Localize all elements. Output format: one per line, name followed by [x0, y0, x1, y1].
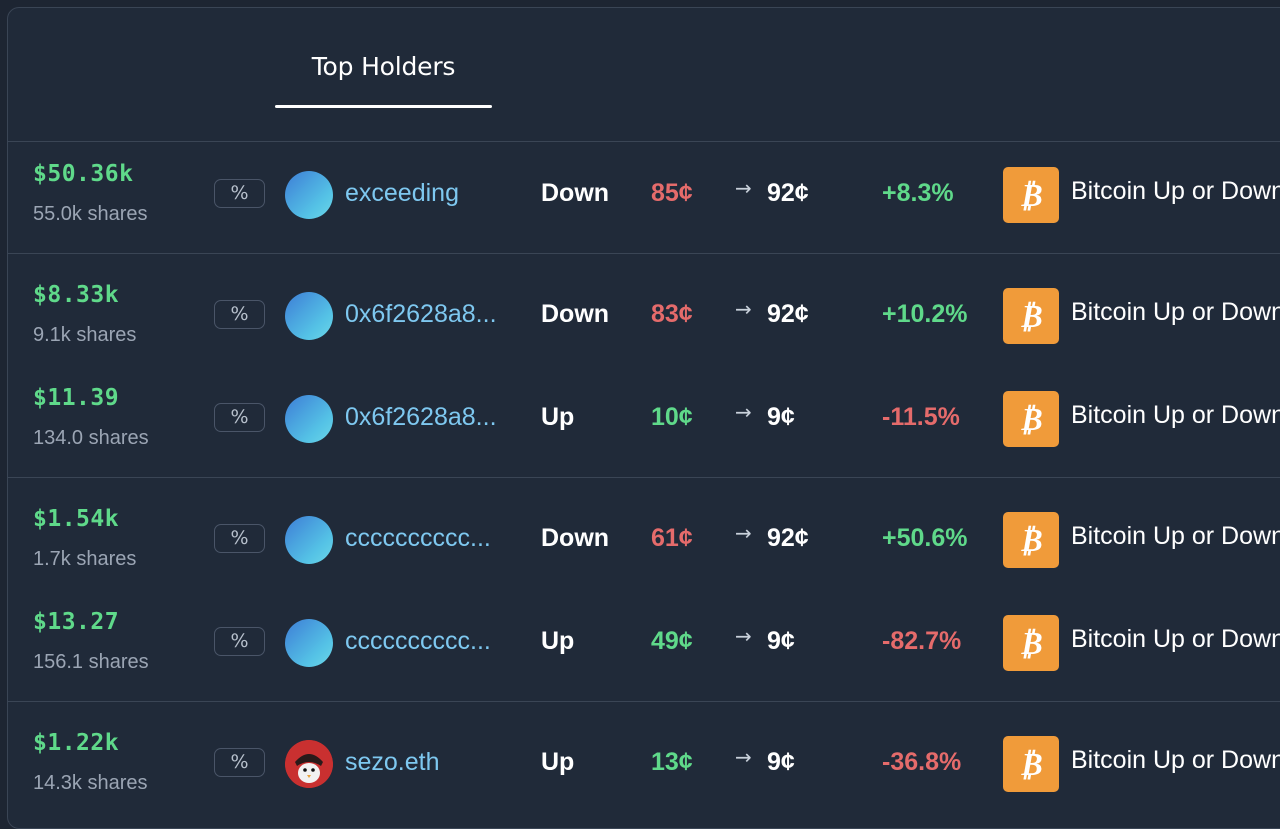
svg-text:₿: ₿	[1019, 400, 1043, 438]
share-count: 55.0k shares	[33, 203, 148, 225]
tab-top-holders[interactable]: Top Holders	[275, 8, 492, 108]
current-price: 9¢	[767, 748, 795, 776]
bitcoin-icon[interactable]: ₿	[1003, 391, 1059, 447]
holder-username[interactable]: sezo.eth	[345, 748, 505, 777]
holder-username[interactable]: 0x6f2628a8...	[345, 300, 505, 329]
group-divider	[8, 253, 1280, 254]
tab-bar: Top Holders	[8, 8, 1280, 142]
entry-price: 85¢	[651, 179, 693, 207]
position-value: $11.39	[33, 385, 120, 411]
percent-toggle-button[interactable]: %	[214, 627, 265, 656]
arrow-icon: →	[735, 624, 752, 648]
holder-username[interactable]: cccccccccc...	[345, 524, 505, 553]
position-value: $1.22k	[33, 730, 120, 756]
group-divider	[8, 701, 1280, 702]
share-count: 9.1k shares	[33, 324, 137, 346]
current-price: 92¢	[767, 179, 809, 207]
outcome-side: Up	[541, 748, 575, 776]
position-value: $8.33k	[33, 282, 120, 308]
holder-row[interactable]: $8.33k 9.1k shares % 0x6f2628a8... Down …	[8, 264, 1280, 367]
bitcoin-icon[interactable]: ₿	[1003, 736, 1059, 792]
gradient-avatar[interactable]	[285, 619, 333, 667]
holder-row[interactable]: $1.54k 1.7k shares % cccccccccc... Down …	[8, 488, 1280, 591]
percent-toggle-button[interactable]: %	[214, 524, 265, 553]
percent-toggle-button[interactable]: %	[214, 403, 265, 432]
entry-price: 61¢	[651, 524, 693, 552]
svg-text:₿: ₿	[1019, 176, 1043, 214]
svg-text:₿: ₿	[1019, 521, 1043, 559]
bitcoin-icon[interactable]: ₿	[1003, 512, 1059, 568]
arrow-icon: →	[735, 297, 752, 321]
market-title[interactable]: Bitcoin Up or Down	[1071, 522, 1280, 551]
outcome-side: Up	[541, 403, 575, 431]
price-change: -11.5%	[882, 403, 960, 431]
share-count: 14.3k shares	[33, 772, 148, 794]
gradient-avatar[interactable]	[285, 171, 333, 219]
share-count: 134.0 shares	[33, 427, 149, 449]
svg-text:₿: ₿	[1019, 624, 1043, 662]
holder-row[interactable]: $50.36k 55.0k shares % exceeding Down 85…	[8, 143, 1280, 246]
tab-label: Top Holders	[311, 52, 456, 81]
current-price: 9¢	[767, 403, 795, 431]
price-change: -82.7%	[882, 627, 962, 655]
market-title[interactable]: Bitcoin Up or Down	[1071, 177, 1280, 206]
market-title[interactable]: Bitcoin Up or Down	[1071, 625, 1280, 654]
outcome-side: Up	[541, 627, 575, 655]
price-change: +8.3%	[882, 179, 954, 207]
percent-toggle-button[interactable]: %	[214, 300, 265, 329]
current-price: 92¢	[767, 524, 809, 552]
current-price: 9¢	[767, 627, 795, 655]
outcome-side: Down	[541, 300, 610, 328]
holder-row[interactable]: $13.27 156.1 shares % cccccccccc... Up 4…	[8, 591, 1280, 694]
arrow-icon: →	[735, 176, 752, 200]
entry-price: 10¢	[651, 403, 693, 431]
position-value: $1.54k	[33, 506, 120, 532]
percent-toggle-button[interactable]: %	[214, 179, 265, 208]
entry-price: 49¢	[651, 627, 693, 655]
holder-username[interactable]: cccccccccc...	[345, 627, 505, 656]
entry-price: 13¢	[651, 748, 693, 776]
outcome-side: Down	[541, 524, 610, 552]
outcome-side: Down	[541, 179, 610, 207]
market-title[interactable]: Bitcoin Up or Down	[1071, 746, 1280, 775]
gradient-avatar[interactable]	[285, 395, 333, 443]
market-title[interactable]: Bitcoin Up or Down	[1071, 401, 1280, 430]
current-price: 92¢	[767, 300, 809, 328]
svg-text:₿: ₿	[1019, 745, 1043, 783]
tab-active-indicator	[275, 105, 492, 108]
bitcoin-icon[interactable]: ₿	[1003, 288, 1059, 344]
holder-username[interactable]: 0x6f2628a8...	[345, 403, 505, 432]
svg-text:₿: ₿	[1019, 297, 1043, 335]
arrow-icon: →	[735, 521, 752, 545]
price-change: +10.2%	[882, 300, 968, 328]
price-change: -36.8%	[882, 748, 962, 776]
percent-toggle-button[interactable]: %	[214, 748, 265, 777]
share-count: 156.1 shares	[33, 651, 149, 673]
share-count: 1.7k shares	[33, 548, 137, 570]
holder-row[interactable]: $11.39 134.0 shares % 0x6f2628a8... Up 1…	[8, 367, 1280, 470]
arrow-icon: →	[735, 745, 752, 769]
gradient-avatar[interactable]	[285, 516, 333, 564]
bitcoin-icon[interactable]: ₿	[1003, 615, 1059, 671]
entry-price: 83¢	[651, 300, 693, 328]
market-title[interactable]: Bitcoin Up or Down	[1071, 298, 1280, 327]
holder-username[interactable]: exceeding	[345, 179, 505, 208]
gradient-avatar[interactable]	[285, 292, 333, 340]
profile-picture[interactable]	[285, 740, 333, 788]
position-value: $50.36k	[33, 161, 134, 187]
holders-panel: Top Holders $50.36k 55.0k shares % excee…	[7, 7, 1280, 829]
group-divider	[8, 477, 1280, 478]
price-change: +50.6%	[882, 524, 968, 552]
bitcoin-icon[interactable]: ₿	[1003, 167, 1059, 223]
arrow-icon: →	[735, 400, 752, 424]
position-value: $13.27	[33, 609, 120, 635]
